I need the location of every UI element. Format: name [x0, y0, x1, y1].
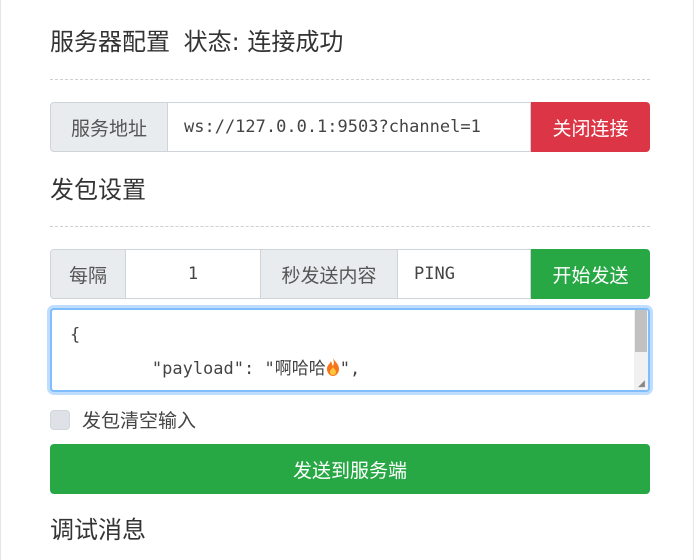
divider	[50, 226, 650, 227]
server-config-heading: 服务器配置 状态: 连接成功	[50, 22, 650, 62]
packet-settings-title: 发包设置	[50, 176, 146, 204]
interval-group: 每隔 秒发送内容 开始发送	[50, 249, 650, 299]
seconds-label: 秒发送内容	[261, 249, 398, 299]
interval-input[interactable]	[126, 249, 261, 299]
send-to-server-button[interactable]: 发送到服务端	[50, 444, 650, 494]
resize-grip-icon[interactable]: ◢	[638, 380, 646, 389]
scrollbar[interactable]	[634, 310, 648, 390]
scrollbar-thumb[interactable]	[635, 310, 647, 352]
payload-line-2: "payload": "啊哈哈 ",	[70, 358, 361, 379]
status-label: 状态:	[183, 28, 240, 56]
close-connection-button[interactable]: 关闭连接	[531, 102, 650, 152]
status-value: 连接成功	[247, 28, 344, 56]
payload-line-2-prefix: "payload": "啊哈哈	[70, 359, 326, 379]
divider	[50, 79, 650, 80]
address-label: 服务地址	[50, 102, 168, 152]
payload-textarea[interactable]: { "payload": "啊哈哈 ", ◢	[50, 308, 650, 392]
payload-text: { "payload": "啊哈哈 ",	[70, 318, 628, 386]
start-sending-button[interactable]: 开始发送	[531, 249, 650, 299]
payload-line-2-suffix: ",	[339, 359, 361, 379]
fire-icon	[326, 358, 339, 376]
server-address-group: 服务地址 关闭连接	[50, 102, 650, 152]
debug-title: 调试消息	[50, 516, 146, 544]
clear-input-label: 发包清空输入	[82, 410, 197, 432]
payload-line-1: {	[70, 325, 81, 345]
send-content-input[interactable]	[398, 249, 531, 299]
server-address-input[interactable]	[168, 102, 531, 152]
interval-label: 每隔	[50, 249, 126, 299]
clear-input-option[interactable]: 发包清空输入	[50, 406, 196, 433]
server-config-title: 服务器配置	[50, 28, 170, 56]
clear-input-checkbox[interactable]	[50, 409, 70, 430]
